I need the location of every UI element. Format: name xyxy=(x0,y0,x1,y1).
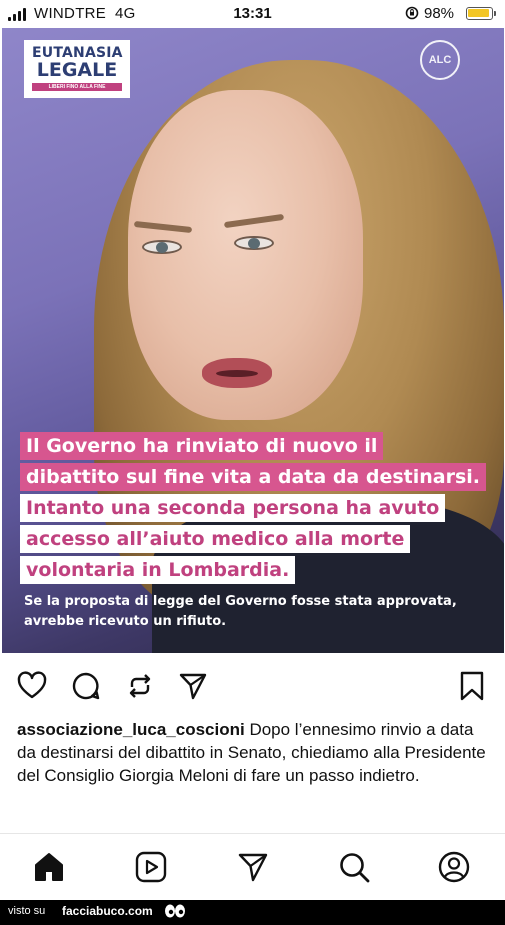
status-bar: WINDTRE 4G 13:31 98% xyxy=(0,0,505,28)
send-icon[interactable] xyxy=(177,670,209,702)
username-link[interactable]: associazione_luca_coscioni xyxy=(17,720,245,739)
caption-line: volontaria in Lombardia. xyxy=(20,556,296,584)
reels-icon[interactable] xyxy=(134,850,168,884)
rotation-lock-icon xyxy=(405,6,419,20)
bottom-nav xyxy=(0,833,505,901)
comment-icon[interactable] xyxy=(70,670,102,702)
battery-percent: 98% xyxy=(424,5,455,22)
search-icon[interactable] xyxy=(337,850,371,884)
caption-line: Intanto una seconda persona ha avuto xyxy=(20,494,446,522)
caption-line: dibattito sul fine vita a data da destin… xyxy=(20,463,487,491)
post-actions xyxy=(0,662,505,710)
heart-icon[interactable] xyxy=(16,670,48,702)
post-image[interactable]: EUTANASIA LEGALE LIBERI FINO ALLA FINE A… xyxy=(2,28,504,653)
eutanasia-legale-logo: EUTANASIA LEGALE LIBERI FINO ALLA FINE xyxy=(24,40,130,98)
image-caption: Il Governo ha rinviato di nuovo il dibat… xyxy=(20,432,487,587)
watermark-site: facciabuco.com xyxy=(62,904,153,918)
watermark-footer: visto su facciabuco.com xyxy=(0,900,505,925)
home-icon[interactable] xyxy=(32,850,66,884)
repost-icon[interactable] xyxy=(124,670,156,702)
alc-badge: ALC xyxy=(420,40,460,80)
send-icon[interactable] xyxy=(236,850,270,884)
caption-line: accesso all’aiuto medico alla morte xyxy=(20,525,411,553)
image-subcaption: Se la proposta di legge del Governo foss… xyxy=(24,594,457,629)
post-caption: associazione_luca_coscioni Dopo l’ennesi… xyxy=(17,718,491,787)
portrait-mouth xyxy=(202,358,272,388)
eyes-icon xyxy=(165,904,185,918)
battery-fill xyxy=(468,9,489,17)
portrait-right-eye xyxy=(234,236,274,250)
profile-icon[interactable] xyxy=(437,850,471,884)
battery-icon xyxy=(466,7,496,20)
caption-line: Il Governo ha rinviato di nuovo il xyxy=(20,432,384,460)
portrait-left-eye xyxy=(142,240,182,254)
bookmark-icon[interactable] xyxy=(456,670,488,702)
watermark-prefix: visto su xyxy=(8,905,46,917)
